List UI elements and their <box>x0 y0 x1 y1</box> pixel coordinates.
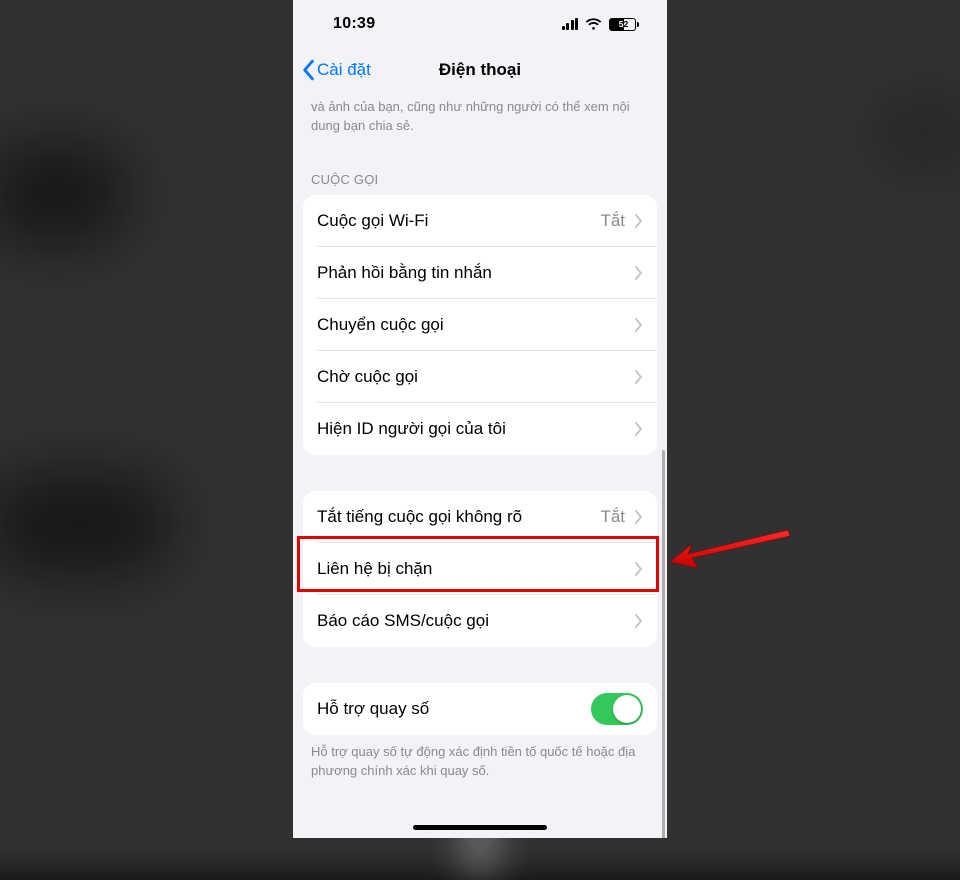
back-label: Cài đặt <box>317 60 371 80</box>
row-label: Phản hồi bằng tin nhắn <box>317 263 635 283</box>
chevron-right-icon <box>635 370 643 384</box>
row-caller-id[interactable]: Hiện ID người gọi của tôi <box>303 403 657 455</box>
cellular-signal-icon <box>562 18 579 30</box>
wifi-icon <box>585 18 602 31</box>
row-label: Tắt tiếng cuộc gọi không rõ <box>317 507 600 527</box>
home-indicator[interactable] <box>413 825 547 830</box>
status-time: 10:39 <box>333 15 375 33</box>
group-calls: Cuộc gọi Wi-Fi Tắt Phản hồi bằng tin nhắ… <box>303 195 657 455</box>
row-report-sms-call[interactable]: Báo cáo SMS/cuộc gọi <box>303 595 657 647</box>
row-value: Tắt <box>600 507 625 527</box>
battery-icon: 52 <box>609 18 639 31</box>
row-respond-with-text[interactable]: Phản hồi bằng tin nhắn <box>303 247 657 299</box>
group-dial-assist: Hỗ trợ quay số <box>303 683 657 735</box>
status-icons: 52 <box>562 18 640 31</box>
row-label: Chờ cuộc gọi <box>317 367 635 387</box>
status-bar: 10:39 52 <box>293 0 667 48</box>
row-label: Hỗ trợ quay số <box>317 699 591 719</box>
row-label: Hiện ID người gọi của tôi <box>317 419 635 439</box>
intro-description: và ảnh của bạn, cũng như những người có … <box>293 92 667 144</box>
chevron-right-icon <box>635 614 643 628</box>
chevron-left-icon <box>301 59 315 81</box>
row-value: Tắt <box>600 211 625 231</box>
row-label: Liên hệ bị chặn <box>317 559 635 579</box>
row-label: Cuộc gọi Wi-Fi <box>317 211 600 231</box>
chevron-right-icon <box>635 422 643 436</box>
row-wifi-calling[interactable]: Cuộc gọi Wi-Fi Tắt <box>303 195 657 247</box>
group-blocking: Tắt tiếng cuộc gọi không rõ Tắt Liên hệ … <box>303 491 657 647</box>
nav-bar: Cài đặt Điện thoại <box>293 48 667 92</box>
back-button[interactable]: Cài đặt <box>293 59 371 81</box>
row-call-waiting[interactable]: Chờ cuộc gọi <box>303 351 657 403</box>
chevron-right-icon <box>635 266 643 280</box>
chevron-right-icon <box>635 562 643 576</box>
row-call-forwarding[interactable]: Chuyển cuộc gọi <box>303 299 657 351</box>
dial-assist-footer: Hỗ trợ quay số tự động xác định tiền tố … <box>293 735 667 787</box>
chevron-right-icon <box>635 510 643 524</box>
chevron-right-icon <box>635 318 643 332</box>
dial-assist-toggle[interactable] <box>591 693 643 725</box>
row-silence-unknown[interactable]: Tắt tiếng cuộc gọi không rõ Tắt <box>303 491 657 543</box>
phone-screen: 10:39 52 Cài đặt Điện thoại và ảnh của b… <box>293 0 667 838</box>
row-label: Báo cáo SMS/cuộc gọi <box>317 611 635 631</box>
chevron-right-icon <box>635 214 643 228</box>
row-label: Chuyển cuộc gọi <box>317 315 635 335</box>
row-blocked-contacts[interactable]: Liên hệ bị chặn <box>303 543 657 595</box>
scroll-indicator[interactable] <box>662 450 665 838</box>
settings-content[interactable]: và ảnh của bạn, cũng như những người có … <box>293 92 667 838</box>
row-dial-assist[interactable]: Hỗ trợ quay số <box>303 683 657 735</box>
section-header-calls: CUỘC GỌI <box>293 144 667 195</box>
